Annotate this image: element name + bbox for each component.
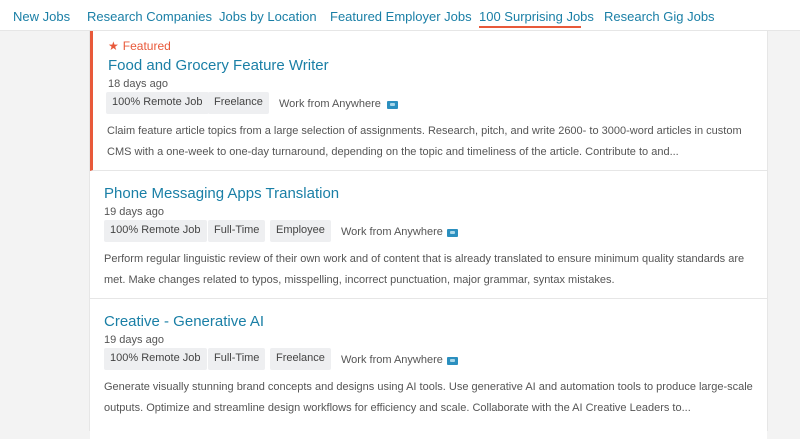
job-card[interactable]: Creative - Generative AI 19 days ago 100… <box>90 299 767 439</box>
map-icon <box>387 101 398 109</box>
job-tag: Employee <box>270 220 331 242</box>
posted-age: 18 days ago <box>108 78 168 90</box>
featured-badge: ★ Featured <box>108 39 171 53</box>
job-card[interactable]: ★ Featured Food and Grocery Feature Write… <box>90 31 767 171</box>
job-description: Generate visually stunning brand concept… <box>104 381 753 414</box>
job-title[interactable]: Phone Messaging Apps Translation <box>104 185 339 202</box>
job-title[interactable]: Food and Grocery Feature Writer <box>108 57 329 74</box>
nav-research-gig-jobs[interactable]: Research Gig Jobs <box>604 9 715 24</box>
job-tag: Freelance <box>270 348 331 370</box>
job-description: Claim feature article topics from a larg… <box>107 125 742 158</box>
nav-featured-employer-jobs[interactable]: Featured Employer Jobs <box>330 9 472 24</box>
job-tag: Freelance <box>208 92 269 114</box>
posted-age: 19 days ago <box>104 206 164 218</box>
active-tab-indicator <box>479 26 581 28</box>
map-icon <box>447 229 458 237</box>
nav-100-surprising-jobs[interactable]: 100 Surprising Jobs <box>479 9 594 24</box>
job-location: Work from Anywhere <box>279 98 381 110</box>
job-location: Work from Anywhere <box>341 354 443 366</box>
job-tag: 100% Remote Job <box>106 92 209 114</box>
map-icon <box>447 357 458 365</box>
featured-label: Featured <box>122 39 171 53</box>
job-tag: 100% Remote Job <box>104 220 207 242</box>
job-list: ★ Featured Food and Grocery Feature Write… <box>89 31 768 439</box>
star-icon: ★ <box>108 39 119 53</box>
job-description: Perform regular linguistic review of the… <box>104 253 745 286</box>
job-tag: Full-Time <box>208 348 266 370</box>
job-tag: 100% Remote Job <box>104 348 207 370</box>
top-navigation: New Jobs Research Companies Jobs by Loca… <box>0 0 800 31</box>
posted-age: 19 days ago <box>104 334 164 346</box>
nav-jobs-by-location[interactable]: Jobs by Location <box>219 9 317 24</box>
job-tag: Full-Time <box>208 220 266 242</box>
job-location: Work from Anywhere <box>341 226 443 238</box>
job-title[interactable]: Creative - Generative AI <box>104 313 264 330</box>
nav-new-jobs[interactable]: New Jobs <box>13 9 70 24</box>
job-card[interactable]: Phone Messaging Apps Translation 19 days… <box>90 171 767 299</box>
nav-research-companies[interactable]: Research Companies <box>87 9 212 24</box>
